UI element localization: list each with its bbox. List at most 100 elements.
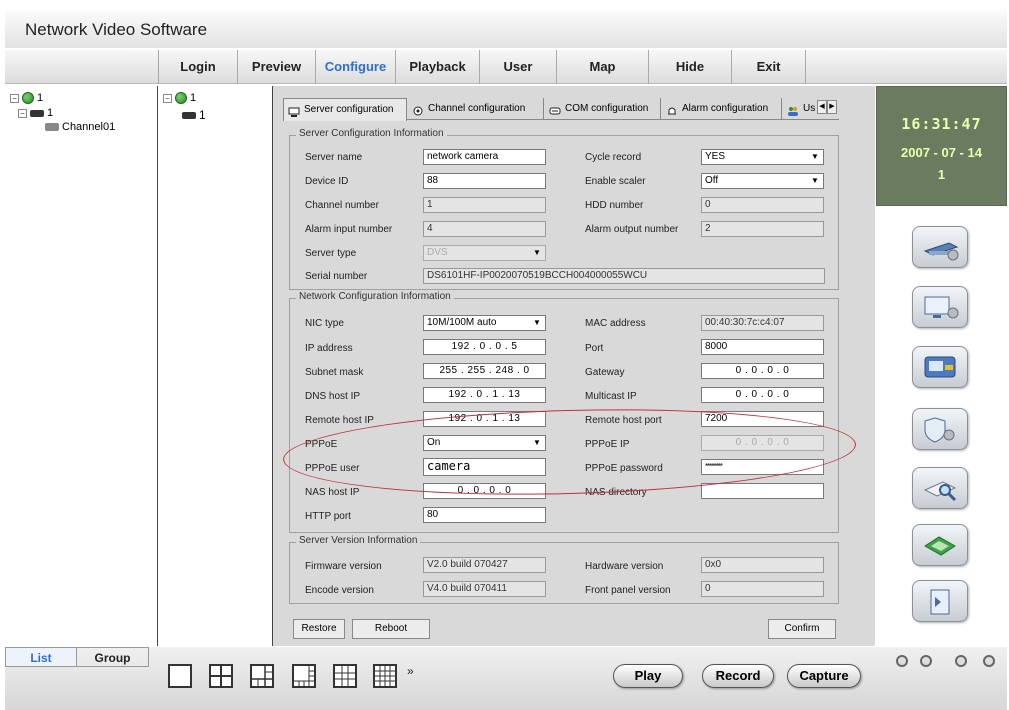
dns-host-ip-input[interactable]: 192 . 0 . 1 . 13: [423, 387, 546, 403]
nic-type-select[interactable]: 10M/100M auto: [423, 315, 546, 331]
tab-label: COM configuration: [565, 103, 649, 114]
cycle-record-label: Cycle record: [585, 152, 642, 163]
server-type-select: DVS: [423, 245, 546, 261]
door-exit-icon: [930, 589, 950, 615]
tab-scroll-left-icon[interactable]: ◀: [817, 100, 827, 114]
tab-group[interactable]: Group: [77, 647, 149, 667]
tab-label: Server configuration: [304, 104, 394, 115]
channel-icon: [412, 103, 424, 116]
menu-preview[interactable]: Preview: [238, 50, 316, 84]
storage-card-icon: [924, 536, 956, 556]
hdd-number-field: 0: [701, 197, 824, 213]
server-settings-button[interactable]: [912, 226, 968, 268]
layout-1-icon[interactable]: [168, 664, 192, 688]
tab-server-configuration[interactable]: Server configuration: [283, 98, 407, 121]
nic-type-label: NIC type: [305, 318, 344, 329]
clock-date: 2007 - 07 - 14: [901, 145, 982, 160]
menu-map[interactable]: Map: [557, 50, 649, 84]
collapse-icon[interactable]: −: [163, 93, 172, 103]
menu-playback[interactable]: Playback: [396, 50, 480, 84]
nas-directory-input[interactable]: [701, 483, 824, 499]
reboot-button[interactable]: Reboot: [352, 619, 430, 639]
security-settings-button[interactable]: [912, 408, 968, 450]
tab-com-configuration[interactable]: COM configuration: [545, 98, 661, 120]
remote-host-ip-label: Remote host IP: [305, 415, 374, 426]
alarm-input-label: Alarm input number: [305, 224, 393, 235]
more-layouts-icon[interactable]: »: [407, 664, 414, 678]
remote-host-port-label: Remote host port: [585, 415, 662, 426]
confirm-button[interactable]: Confirm: [768, 619, 836, 639]
ip-address-input[interactable]: 192 . 0 . 0 . 5: [423, 339, 546, 355]
layout-4-icon[interactable]: [209, 664, 233, 688]
restore-button[interactable]: Restore: [293, 619, 345, 639]
device-id-input[interactable]: 88: [423, 173, 546, 189]
network-settings-button[interactable]: [912, 346, 968, 388]
tree-root[interactable]: − 1: [10, 92, 43, 104]
cycle-record-select[interactable]: YES: [701, 149, 824, 165]
gateway-label: Gateway: [585, 367, 625, 378]
status-dot-2: [920, 655, 932, 667]
http-port-label: HTTP port: [305, 511, 351, 522]
layout-8-icon[interactable]: [292, 664, 316, 688]
server-tree-device[interactable]: 1: [182, 108, 206, 122]
mac-address-label: MAC address: [585, 318, 646, 329]
globe-icon: [22, 92, 34, 104]
tab-alarm-configuration[interactable]: Alarm configuration: [662, 98, 782, 120]
tab-label: Channel configuration: [428, 103, 526, 114]
server-name-input[interactable]: network camera: [423, 149, 546, 165]
play-button[interactable]: Play: [613, 664, 683, 688]
pppoe-user-label: PPPoE user: [305, 463, 360, 474]
multicast-ip-input[interactable]: 0 . 0 . 0 . 0: [701, 387, 824, 403]
server-tree-device-label: 1: [199, 108, 206, 122]
exit-door-button[interactable]: [912, 580, 968, 622]
firmware-version-field: V2.0 build 070427: [423, 557, 546, 573]
shield-gear-icon: [924, 417, 955, 443]
enable-scaler-select[interactable]: Off: [701, 173, 824, 189]
storage-settings-button[interactable]: [912, 524, 968, 566]
layout-9-icon[interactable]: [333, 664, 357, 688]
menu-configure[interactable]: Configure: [316, 50, 396, 84]
port-input[interactable]: 8000: [701, 339, 824, 355]
subnet-mask-input[interactable]: 255 . 255 . 248 . 0: [423, 363, 546, 379]
tree-channel-label: Channel01: [62, 121, 116, 133]
serial-number-field: DS6101HF-IP0020070519BCCH004000055WCU: [423, 268, 825, 284]
menu-user[interactable]: User: [480, 50, 557, 84]
menu-login[interactable]: Login: [158, 50, 238, 84]
http-port-input[interactable]: 80: [423, 507, 546, 523]
collapse-icon[interactable]: −: [18, 108, 27, 118]
tree-device[interactable]: − 1: [18, 107, 53, 119]
menu-exit[interactable]: Exit: [732, 50, 806, 84]
remote-host-ip-input[interactable]: 192 . 0 . 1 . 13: [423, 411, 546, 427]
tab-user[interactable]: Us: [783, 98, 817, 120]
subnet-mask-label: Subnet mask: [305, 367, 364, 378]
tab-channel-configuration[interactable]: Channel configuration: [408, 98, 544, 120]
record-button[interactable]: Record: [702, 664, 774, 688]
nas-host-ip-input[interactable]: 0 . 0 . 0 . 0: [423, 483, 546, 499]
server-tree-root[interactable]: − 1: [163, 92, 196, 104]
layout-16-icon[interactable]: [373, 664, 397, 688]
camera-icon: [45, 123, 59, 131]
layout-6-icon[interactable]: [250, 664, 274, 688]
tree-device-label: 1: [47, 107, 54, 119]
front-panel-version-label: Front panel version: [585, 585, 671, 596]
bell-icon: [666, 103, 678, 115]
pppoe-user-input[interactable]: camera: [423, 458, 546, 476]
pppoe-ip-field: 0 . 0 . 0 . 0: [701, 435, 824, 451]
tab-list[interactable]: List: [5, 647, 77, 667]
gateway-input[interactable]: 0 . 0 . 0 . 0: [701, 363, 824, 379]
monitor-settings-button[interactable]: [912, 286, 968, 328]
tab-label: Alarm configuration: [682, 103, 769, 114]
port-label: Port: [585, 343, 604, 354]
menu-hide[interactable]: Hide: [649, 50, 732, 84]
search-icon: [923, 481, 957, 502]
pppoe-select[interactable]: On: [423, 435, 546, 451]
remote-host-port-input[interactable]: 7200: [701, 411, 824, 427]
device-tree-panel: − 1 − 1 Channel01: [5, 86, 158, 646]
search-log-button[interactable]: [912, 467, 968, 509]
tab-scroll-right-icon[interactable]: ▶: [827, 100, 837, 114]
collapse-icon[interactable]: −: [10, 93, 19, 103]
tree-channel[interactable]: Channel01: [45, 121, 115, 133]
capture-button[interactable]: Capture: [787, 664, 861, 688]
front-panel-version-field: 0: [701, 581, 824, 597]
pppoe-password-input[interactable]: ********: [701, 459, 824, 475]
